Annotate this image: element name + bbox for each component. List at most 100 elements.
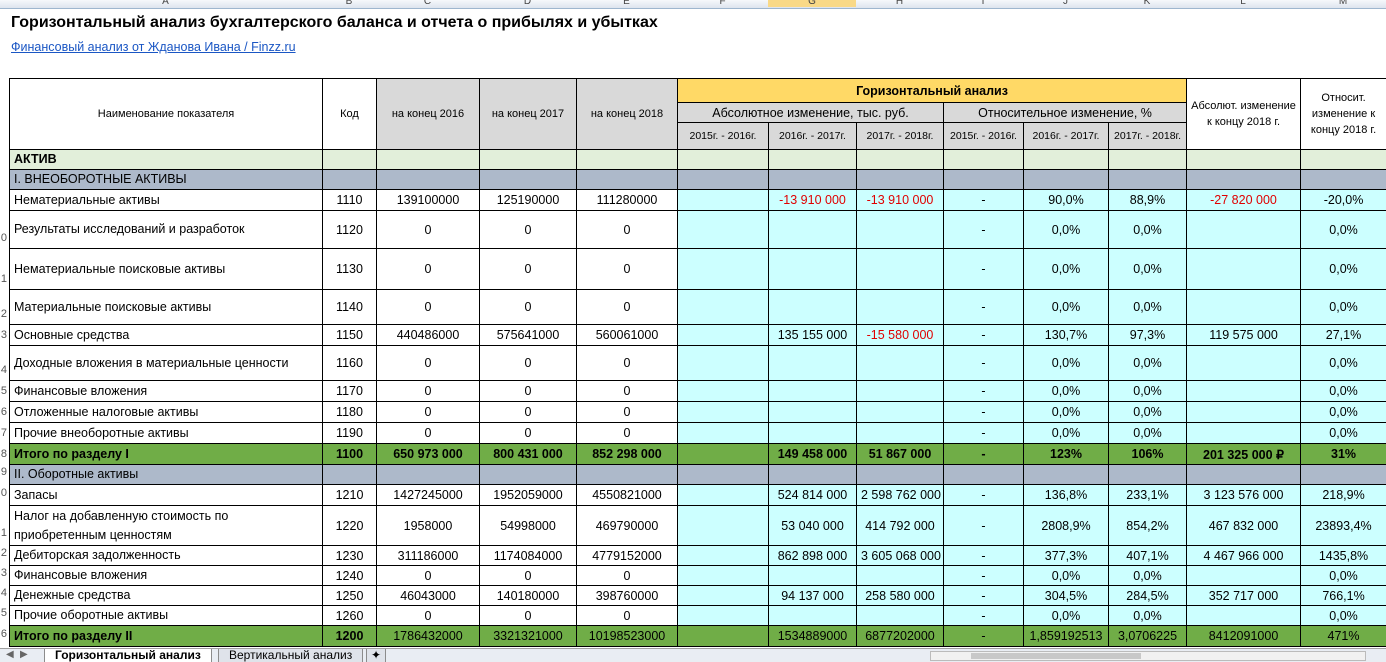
row-number[interactable]: 5 [0,607,7,619]
cell-ab[interactable] [1186,345,1302,381]
cell-ab[interactable] [1186,565,1302,586]
value-2016-cell[interactable]: 311186000 [376,545,480,566]
cell-rel[interactable]: 0,0% [1300,289,1386,325]
value-2016-cell[interactable]: 0 [376,248,480,290]
value-2016-cell[interactable]: 0 [376,605,480,626]
value-2018-cell[interactable]: 560061000 [576,324,678,346]
cell-a3[interactable] [856,289,944,325]
value-2016-cell[interactable]: 0 [376,210,480,249]
value-2016-cell[interactable]: 0 [376,565,480,586]
empty-cell[interactable] [376,149,480,170]
value-2018-cell[interactable]: 0 [576,248,678,290]
cell-rel[interactable]: 1435,8% [1300,545,1386,566]
column-letter-a[interactable]: A [9,0,322,7]
cell-r1[interactable]: - [943,605,1024,626]
value-2016-cell[interactable]: 650 973 000 [376,443,480,465]
empty-cell[interactable] [1186,464,1302,485]
row-name-cell[interactable]: Дебиторская задолженность [9,545,323,566]
empty-cell[interactable] [943,169,1024,190]
row-name-cell[interactable]: Налог на добавленную стоимость по приобр… [9,505,323,546]
cell-r2[interactable]: 304,5% [1023,585,1109,606]
cell-a1[interactable] [677,210,769,249]
cell-r1[interactable]: - [943,422,1024,444]
cell-r3[interactable]: 0,0% [1107,289,1188,325]
value-2017-cell[interactable]: 0 [479,345,577,381]
empty-cell[interactable] [576,464,678,485]
row-number[interactable]: 3 [0,567,7,579]
row-name-cell[interactable]: Нематериальные активы [9,189,323,211]
horizontal-scrollbar[interactable] [930,651,1366,661]
value-2016-cell[interactable]: 1786432000 [376,625,480,647]
cell-a2[interactable]: 53 040 000 [768,505,857,546]
cell-r2[interactable]: 123% [1023,443,1109,465]
cell-a1[interactable] [677,189,769,211]
cell-r1[interactable]: - [943,289,1024,325]
cell-r1[interactable]: - [943,210,1024,249]
cell-r2[interactable]: 377,3% [1023,545,1109,566]
cell-ab[interactable] [1186,401,1302,423]
cell-r1[interactable]: - [943,484,1024,506]
row-name-cell[interactable]: Отложенные налоговые активы [9,401,323,423]
cell-a3[interactable]: -13 910 000 [856,189,944,211]
value-2018-cell[interactable]: 0 [576,401,678,423]
cell-ab[interactable] [1186,289,1302,325]
column-letter-i[interactable]: I [943,0,1023,7]
cell-r2[interactable]: 90,0% [1023,189,1109,211]
cell-a3[interactable] [856,605,944,626]
cell-r1[interactable]: - [943,625,1024,647]
code-cell[interactable]: 1220 [322,505,377,546]
value-2016-cell[interactable]: 0 [376,401,480,423]
cell-r3[interactable]: 284,5% [1107,585,1188,606]
cell-a1[interactable] [677,289,769,325]
cell-rel[interactable]: 0,0% [1300,401,1386,423]
cell-a1[interactable] [677,422,769,444]
cell-a2[interactable]: 94 137 000 [768,585,857,606]
cell-r2[interactable]: 0,0% [1023,345,1109,381]
empty-cell[interactable] [943,149,1024,170]
empty-cell[interactable] [856,149,944,170]
cell-ab[interactable] [1186,248,1302,290]
cell-r2[interactable]: 0,0% [1023,422,1109,444]
cell-rel[interactable]: 27,1% [1300,324,1386,346]
empty-cell[interactable] [1186,169,1302,190]
value-2018-cell[interactable]: 0 [576,422,678,444]
row-name-cell[interactable]: Финансовые вложения [9,380,323,402]
cell-r3[interactable]: 3,0706225 [1107,625,1188,647]
cell-a2[interactable]: 524 814 000 [768,484,857,506]
cell-a2[interactable]: 1534889000 [768,625,857,647]
row-number[interactable]: 1 [0,273,7,285]
cell-a2[interactable]: 149 458 000 [768,443,857,465]
empty-cell[interactable] [376,464,480,485]
value-2018-cell[interactable]: 852 298 000 [576,443,678,465]
empty-cell[interactable] [768,169,857,190]
value-2017-cell[interactable]: 3321321000 [479,625,577,647]
cell-r3[interactable]: 233,1% [1107,484,1188,506]
cell-a3[interactable]: 414 792 000 [856,505,944,546]
cell-ab[interactable] [1186,380,1302,402]
row-number[interactable]: 1 [0,527,7,539]
value-2017-cell[interactable]: 125190000 [479,189,577,211]
value-2018-cell[interactable]: 10198523000 [576,625,678,647]
cell-rel[interactable]: 0,0% [1300,345,1386,381]
row-name-cell[interactable]: I. ВНЕОБОРОТНЫЕ АКТИВЫ [9,169,323,190]
cell-a2[interactable] [768,248,857,290]
value-2018-cell[interactable]: 4779152000 [576,545,678,566]
cell-rel[interactable]: 471% [1300,625,1386,647]
cell-r3[interactable]: 0,0% [1107,401,1188,423]
row-number[interactable]: 0 [0,487,7,499]
row-number[interactable]: 5 [0,385,7,397]
cell-a1[interactable] [677,545,769,566]
code-cell[interactable]: 1230 [322,545,377,566]
cell-r1[interactable]: - [943,443,1024,465]
finzz-link[interactable]: Финансовый анализ от Жданова Ивана / Fin… [11,40,296,54]
code-cell[interactable]: 1120 [322,210,377,249]
value-2016-cell[interactable]: 1958000 [376,505,480,546]
cell-a2[interactable] [768,565,857,586]
cell-ab[interactable]: -27 820 000 [1186,189,1302,211]
cell-r1[interactable]: - [943,189,1024,211]
value-2016-cell[interactable]: 46043000 [376,585,480,606]
cell-r2[interactable]: 0,0% [1023,565,1109,586]
cell-r3[interactable]: 97,3% [1107,324,1188,346]
cell-a1[interactable] [677,625,769,647]
column-letter-d[interactable]: D [479,0,576,7]
